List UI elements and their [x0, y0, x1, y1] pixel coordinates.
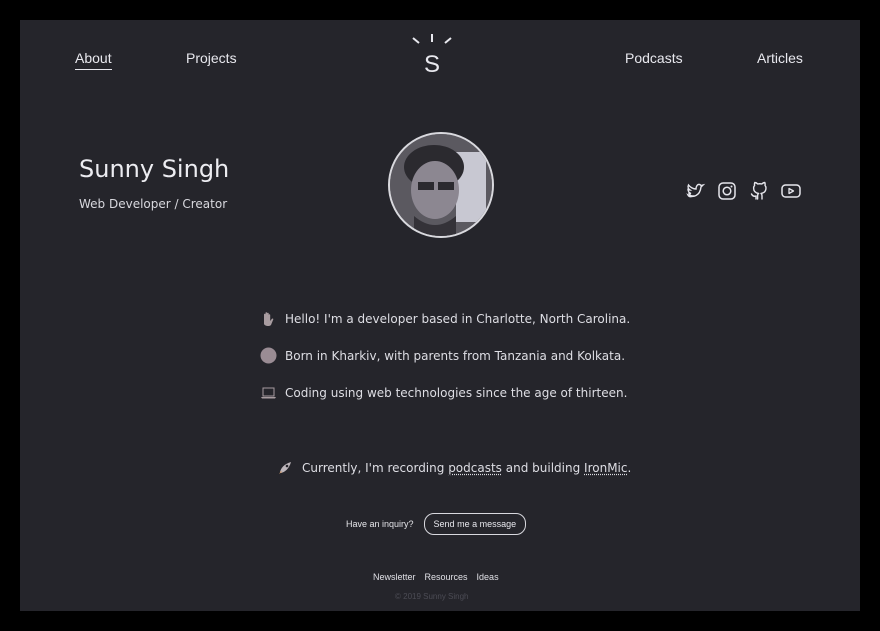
podcasts-link[interactable]: podcasts — [448, 461, 502, 475]
footer-links: Newsletter Resources Ideas — [373, 572, 499, 582]
bio-text-1: Hello! I'm a developer based in Charlott… — [285, 311, 631, 326]
avatar — [388, 132, 494, 238]
bio-line: Born in Kharkiv, with parents from Tanza… — [260, 347, 625, 364]
nav-about[interactable]: About — [75, 50, 112, 70]
ironmic-link[interactable]: IronMic — [584, 461, 627, 475]
bio-line: Hello! I'm a developer based in Charlott… — [260, 310, 630, 327]
logo-letter: S — [424, 51, 440, 76]
profile-name: Sunny Singh — [79, 155, 230, 183]
instagram-icon[interactable] — [716, 180, 738, 202]
inquiry-label: Have an inquiry? — [346, 519, 414, 529]
send-message-button[interactable]: Send me a message — [423, 513, 527, 535]
footer-ideas-link[interactable]: Ideas — [477, 572, 499, 582]
bio-text-3: Coding using web technologies since the … — [285, 385, 628, 400]
github-icon[interactable] — [748, 180, 770, 202]
nav-projects[interactable]: Projects — [186, 50, 237, 66]
bio-line: Coding using web technologies since the … — [260, 384, 627, 401]
copyright: © 2019 Sunny Singh — [395, 592, 469, 601]
globe-icon — [260, 347, 277, 364]
nav-articles[interactable]: Articles — [757, 50, 803, 66]
youtube-icon[interactable] — [780, 180, 802, 202]
nav-podcasts[interactable]: Podcasts — [625, 50, 683, 66]
current-middle: and building — [501, 460, 585, 475]
current-line: Currently, I'm recording podcasts and bu… — [277, 459, 631, 476]
logo[interactable]: S — [408, 32, 456, 76]
current-prefix: Currently, I'm recording — [302, 460, 449, 475]
footer-resources-link[interactable]: Resources — [425, 572, 468, 582]
rocket-icon — [279, 462, 291, 474]
inquiry-section: Have an inquiry? Send me a message — [346, 513, 527, 535]
waving-hand-icon — [264, 312, 274, 327]
current-suffix: . — [627, 460, 632, 475]
laptop-icon — [261, 387, 276, 399]
footer-newsletter-link[interactable]: Newsletter — [373, 572, 416, 582]
twitter-icon[interactable] — [684, 180, 706, 202]
profile-role: Web Developer / Creator — [79, 197, 228, 211]
bio-text-2: Born in Kharkiv, with parents from Tanza… — [285, 348, 626, 363]
